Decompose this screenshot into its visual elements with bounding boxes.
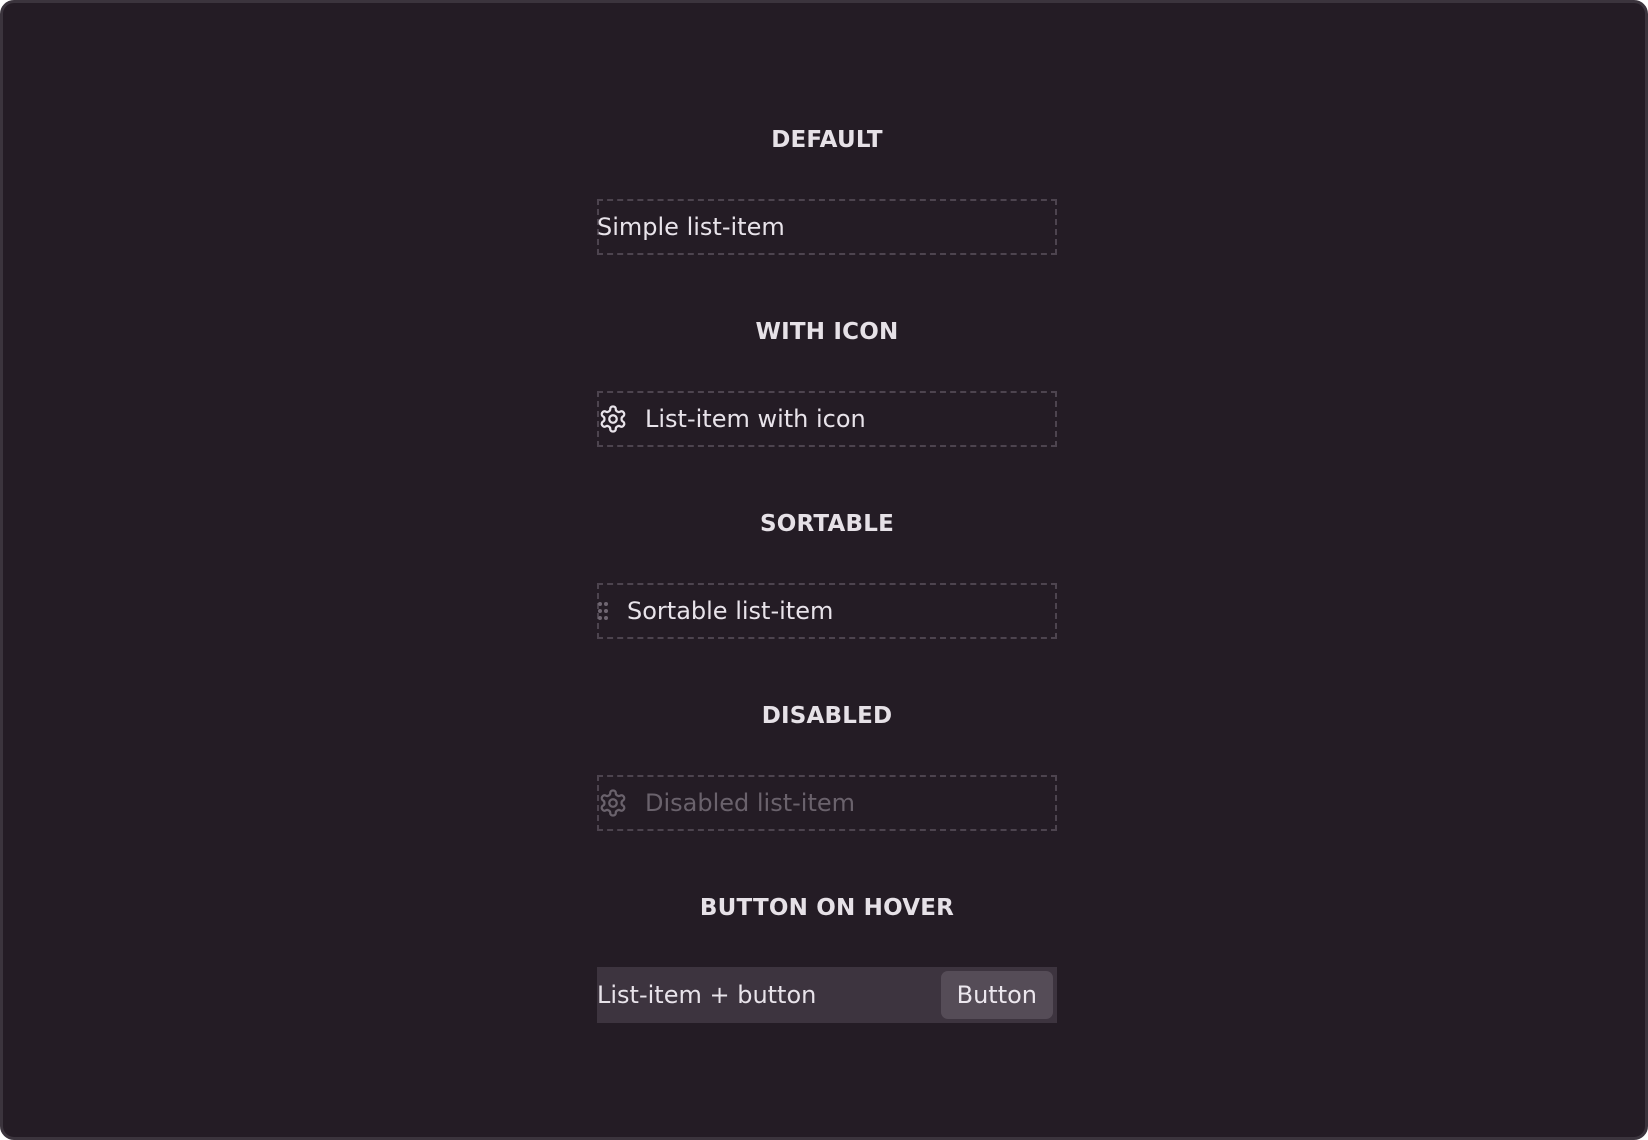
gear-icon	[597, 403, 629, 435]
list-item-label: List-item with icon	[645, 405, 866, 433]
showcase-frame: DEFAULT Simple list-item WITH ICON List-…	[0, 0, 1648, 1140]
section-title-sortable: SORTABLE	[760, 511, 894, 537]
list-item-action-button[interactable]: Button	[940, 971, 1053, 1019]
list-item-label: Simple list-item	[597, 213, 785, 241]
list-item-label: Sortable list-item	[627, 597, 834, 625]
section-title-disabled: DISABLED	[761, 703, 893, 729]
list-item-with-button[interactable]: List-item + button Button	[597, 967, 1057, 1023]
section-title-with-icon: WITH ICON	[755, 319, 899, 345]
gear-icon	[597, 787, 629, 819]
list-item-label: List-item + button	[597, 981, 817, 1009]
list-item-with-icon[interactable]: List-item with icon	[597, 391, 1057, 447]
list-item-label: Disabled list-item	[645, 789, 856, 817]
section-title-button-on-hover: BUTTON ON HOVER	[699, 895, 955, 921]
section-title-default: DEFAULT	[771, 127, 883, 153]
list-item-default[interactable]: Simple list-item	[597, 199, 1057, 255]
drag-handle-icon[interactable]	[597, 599, 609, 623]
list-item-disabled: Disabled list-item	[597, 775, 1057, 831]
list-item-sortable[interactable]: Sortable list-item	[597, 583, 1057, 639]
